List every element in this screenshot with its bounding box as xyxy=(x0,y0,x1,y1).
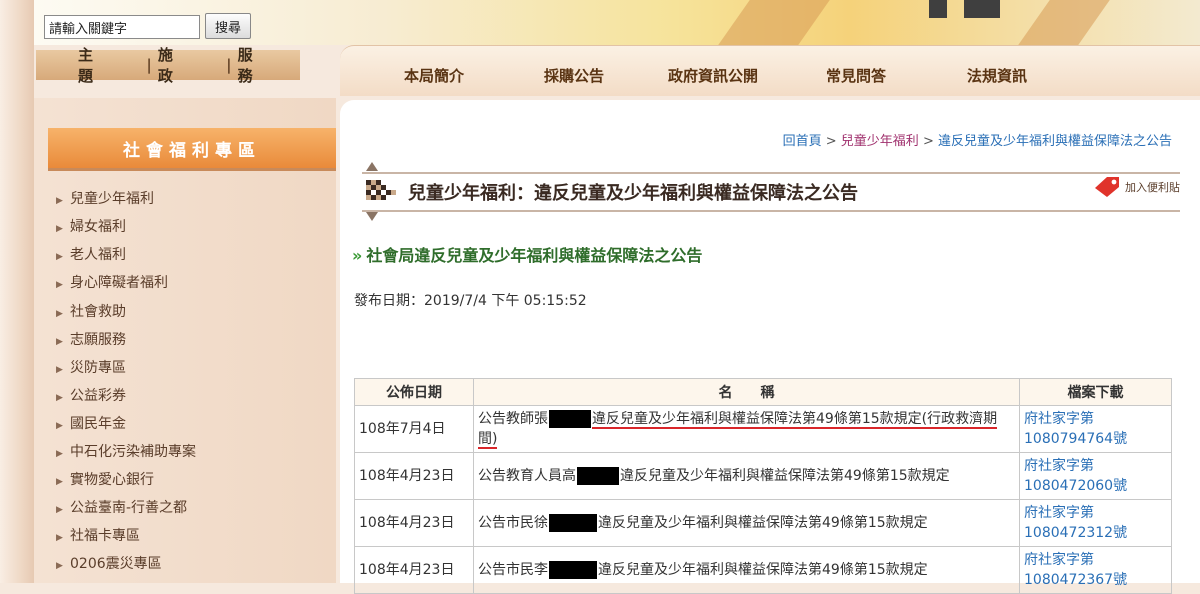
page-left-border xyxy=(0,0,34,583)
banner-figure xyxy=(929,0,947,18)
sidebar-item-child-youth[interactable]: ▶ 兒童少年福利 xyxy=(56,188,154,208)
cell-file: 府社家字第1080472312號 xyxy=(1019,499,1172,547)
sidebar-item-women[interactable]: ▶ 婦女福利 xyxy=(56,216,126,236)
cell-file: 府社家字第1080472367號 xyxy=(1019,546,1172,594)
cell-name: 公告教師張 違反兒童及少年福利與權益保障法第49條第15款規定(行政救濟期間) xyxy=(473,405,1020,453)
breadcrumb-category-link[interactable]: 兒童少年福利 xyxy=(841,134,919,149)
cell-date: 108年4月23日 xyxy=(354,546,474,594)
breadcrumb-separator: > xyxy=(821,134,841,149)
triangle-right-icon: ▶ xyxy=(56,196,63,206)
triangle-right-icon: ▶ xyxy=(56,280,63,290)
triangle-right-icon: ▶ xyxy=(56,252,63,262)
sidebar-item-charity[interactable]: ▶ 公益臺南-行善之都 xyxy=(56,497,187,517)
sidebar-item-disaster[interactable]: ▶ 災防專區 xyxy=(56,357,126,377)
breadcrumb-separator: > xyxy=(918,134,938,149)
sidebar-item-elderly[interactable]: ▶ 老人福利 xyxy=(56,244,126,264)
bookmark-button[interactable]: 加入便利貼 xyxy=(1093,176,1180,198)
breadcrumb: 回首頁 > 兒童少年福利 > 違反兒童及少年福利與權益保障法之公告 xyxy=(783,130,1172,149)
sidebar-title: 社會福利專區 xyxy=(48,128,336,168)
bookmark-label: 加入便利貼 xyxy=(1125,181,1180,194)
cell-name: 公告市民李 違反兒童及少年福利與權益保障法第49條第15款規定 xyxy=(473,546,1020,594)
redaction-bar xyxy=(577,467,619,485)
nav-about[interactable]: 本局簡介 xyxy=(404,65,464,86)
tab-policy[interactable]: 施 政 xyxy=(158,44,220,86)
table-row: 108年4月23日 公告市民李 違反兒童及少年福利與權益保障法第49條第15款規定… xyxy=(354,546,1172,594)
table-row: 108年7月4日 公告教師張 違反兒童及少年福利與權益保障法第49條第15款規定(… xyxy=(354,405,1172,453)
file-download-link[interactable]: 府社家字第1080794764號 xyxy=(1024,411,1127,447)
tab-separator: | xyxy=(226,56,232,74)
cell-date: 108年4月23日 xyxy=(354,499,474,547)
divider xyxy=(362,210,1180,212)
column-header-file: 檔案下載 xyxy=(1019,378,1172,406)
top-nav: 本局簡介 採購公告 政府資訊公開 常見問答 法規資訊 xyxy=(340,45,1200,96)
cell-name: 公告市民徐 違反兒童及少年福利與權益保障法第49條第15款規定 xyxy=(473,499,1020,547)
triangle-right-icon: ▶ xyxy=(56,421,63,431)
divider xyxy=(362,172,1180,174)
file-download-link[interactable]: 府社家字第1080472060號 xyxy=(1024,458,1127,494)
nav-procurement[interactable]: 採購公告 xyxy=(544,65,604,86)
triangle-down-icon xyxy=(366,212,378,221)
main-panel: 回首頁 > 兒童少年福利 > 違反兒童及少年福利與權益保障法之公告 兒童少年福利… xyxy=(340,100,1200,594)
triangle-right-icon: ▶ xyxy=(56,477,63,487)
nav-regulations[interactable]: 法規資訊 xyxy=(967,65,1027,86)
redaction-bar xyxy=(549,561,597,579)
cell-file: 府社家字第1080472060號 xyxy=(1019,452,1172,500)
cell-name: 公告教育人員高 違反兒童及少年福利與權益保障法第49條第15款規定 xyxy=(473,452,1020,500)
double-chevron-icon: » xyxy=(352,246,363,265)
triangle-right-icon: ▶ xyxy=(56,449,63,459)
sidebar-item-disability[interactable]: ▶ 身心障礙者福利 xyxy=(56,272,168,292)
column-header-date: 公佈日期 xyxy=(354,378,474,406)
tab-theme[interactable]: 主 題 xyxy=(78,44,140,86)
sidebar-item-social-assistance[interactable]: ▶ 社會救助 xyxy=(56,301,126,321)
checker-arrow-icon xyxy=(366,180,396,200)
column-header-name: 名 稱 xyxy=(473,378,1020,406)
table-header-row: 公佈日期 名 稱 檔案下載 xyxy=(354,378,1172,406)
tab-separator: | xyxy=(146,56,152,74)
banner-ribbon xyxy=(718,0,830,45)
title-band: 兒童少年福利：違反兒童及少年福利與權益保障法之公告 加入便利貼 xyxy=(362,162,1180,221)
triangle-right-icon: ▶ xyxy=(56,393,63,403)
banner-figure xyxy=(964,0,1000,18)
nav-faq[interactable]: 常見問答 xyxy=(826,65,886,86)
triangle-right-icon: ▶ xyxy=(56,505,63,515)
sidebar-item-food-bank[interactable]: ▶ 實物愛心銀行 xyxy=(56,469,154,489)
sidebar-item-earthquake[interactable]: ▶ 0206震災專區 xyxy=(56,553,162,573)
sidebar-item-volunteer[interactable]: ▶ 志願服務 xyxy=(56,329,126,349)
theme-tab-bar: 主 題 | 施 政 | 服 務 xyxy=(36,46,300,85)
table-row: 108年4月23日 公告市民徐 違反兒童及少年福利與權益保障法第49條第15款規定… xyxy=(354,499,1172,547)
sidebar-item-welfare-card[interactable]: ▶ 社福卡專區 xyxy=(56,525,140,545)
triangle-right-icon: ▶ xyxy=(56,224,63,234)
tab-service[interactable]: 服 務 xyxy=(238,44,300,86)
sidebar-item-pollution[interactable]: ▶ 中石化污染補助專案 xyxy=(56,441,196,461)
triangle-right-icon: ▶ xyxy=(56,365,63,375)
nav-gov-info[interactable]: 政府資訊公開 xyxy=(668,65,758,86)
sidebar: 社會福利專區 ▶ 兒童少年福利 ▶ 婦女福利 ▶ 老人福利 ▶ 身心障礙者福利 ▶ 社會救… xyxy=(34,98,336,583)
page-title: 兒童少年福利：違反兒童及少年福利與權益保障法之公告 xyxy=(408,183,858,204)
cell-date: 108年7月4日 xyxy=(354,405,474,453)
sidebar-item-pension[interactable]: ▶ 國民年金 xyxy=(56,413,126,433)
file-download-link[interactable]: 府社家字第1080472312號 xyxy=(1024,505,1127,541)
banner-ribbon xyxy=(1018,0,1110,45)
redaction-bar xyxy=(549,410,591,428)
table-row: 108年4月23日 公告教育人員高 違反兒童及少年福利與權益保障法第49條第15款… xyxy=(354,452,1172,500)
triangle-right-icon: ▶ xyxy=(56,337,63,347)
cell-date: 108年4月23日 xyxy=(354,452,474,500)
search-button[interactable]: 搜尋 xyxy=(205,13,251,39)
notice-table: 公佈日期 名 稱 檔案下載 108年7月4日 公告教師張 違反兒童及少年福利與權益… xyxy=(354,378,1172,594)
cell-file: 府社家字第1080794764號 xyxy=(1019,405,1172,453)
breadcrumb-current[interactable]: 違反兒童及少年福利與權益保障法之公告 xyxy=(938,134,1172,149)
triangle-right-icon: ▶ xyxy=(56,561,63,571)
sidebar-item-lottery[interactable]: ▶ 公益彩券 xyxy=(56,385,126,405)
breadcrumb-home-link[interactable]: 回首頁 xyxy=(783,134,822,149)
triangle-right-icon: ▶ xyxy=(56,309,63,319)
section-subtitle: » 社會局違反兒童及少年福利與權益保障法之公告 xyxy=(352,246,703,265)
publish-date: 發布日期：2019/7/4 下午 05:15:52 xyxy=(354,293,587,309)
tag-icon xyxy=(1095,177,1119,197)
triangle-up-icon xyxy=(366,162,378,171)
redaction-bar xyxy=(549,514,597,532)
triangle-right-icon: ▶ xyxy=(56,533,63,543)
search-input[interactable] xyxy=(44,15,200,39)
